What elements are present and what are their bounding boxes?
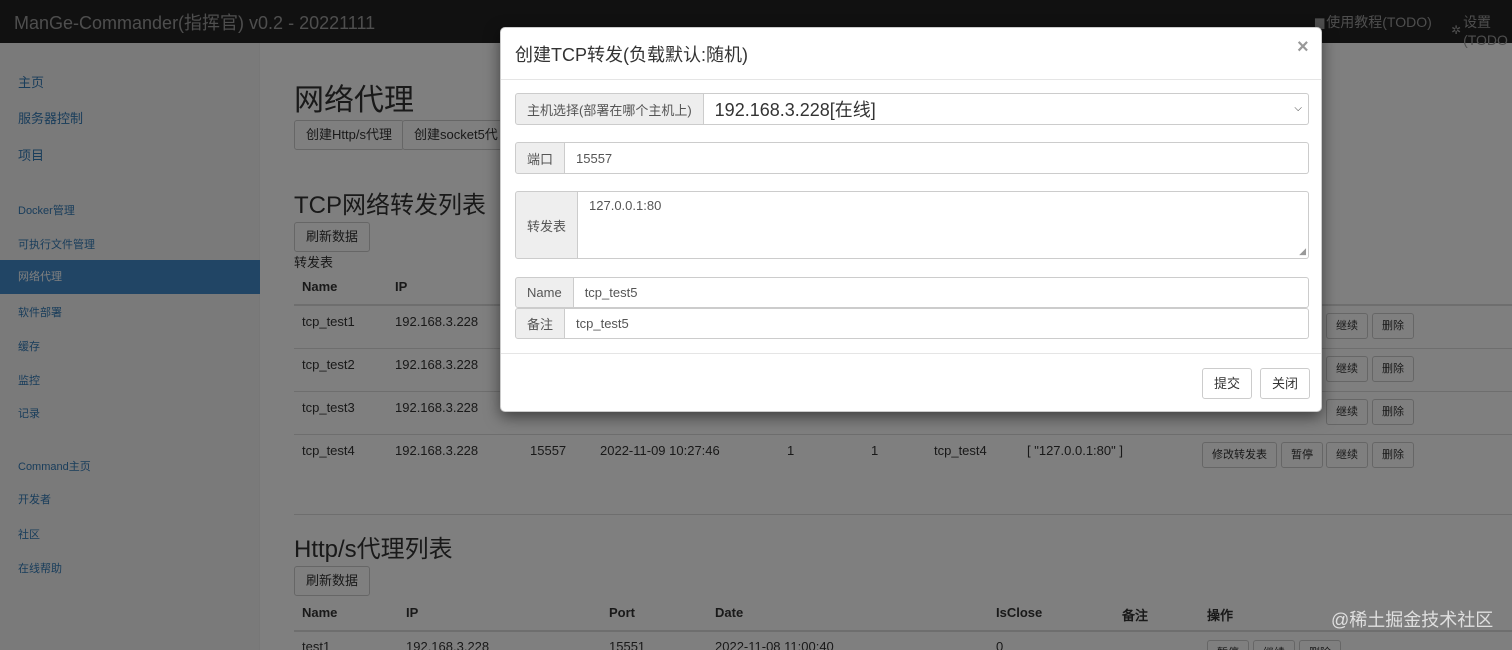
forward-table-textarea[interactable]: 127.0.0.1:80 ◢ xyxy=(578,191,1309,259)
dialog-title: 创建TCP转发(负载默认:随机) xyxy=(515,45,748,65)
resize-handle-icon[interactable]: ◢ xyxy=(1299,246,1306,257)
dialog-header-divider xyxy=(501,79,1321,80)
port-group: 端口 15557 xyxy=(515,142,1309,174)
chevron-down-icon: ⌵ xyxy=(1294,103,1302,114)
name-group: Name tcp_test5 xyxy=(515,277,1309,308)
remark-group: 备注 tcp_test5 xyxy=(515,308,1309,339)
host-select[interactable]: 192.168.3.228[在线] ⌵ xyxy=(703,93,1309,125)
remark-label: 备注 xyxy=(515,308,566,339)
port-input[interactable]: 15557 xyxy=(565,142,1309,174)
create-tcp-forward-dialog: 创建TCP转发(负载默认:随机) × 主机选择(部署在哪个主机上) 192.16… xyxy=(500,27,1322,412)
close-button[interactable]: 关闭 xyxy=(1260,368,1311,399)
host-select-value: 192.168.3.228[在线] xyxy=(714,100,876,120)
forward-table-label: 转发表 xyxy=(515,191,579,259)
port-label: 端口 xyxy=(515,142,566,174)
name-label: Name xyxy=(515,277,574,308)
remark-input[interactable]: tcp_test5 xyxy=(565,308,1309,339)
host-select-group: 主机选择(部署在哪个主机上) 192.168.3.228[在线] ⌵ xyxy=(515,93,1309,125)
forward-table-group: 转发表 127.0.0.1:80 ◢ xyxy=(515,191,1309,259)
host-select-label: 主机选择(部署在哪个主机上) xyxy=(515,93,704,125)
close-icon[interactable]: × xyxy=(1297,36,1309,59)
name-input[interactable]: tcp_test5 xyxy=(573,277,1309,308)
forward-table-value: 127.0.0.1:80 xyxy=(589,198,662,213)
dialog-footer-divider xyxy=(501,353,1321,354)
watermark: @稀土掘金技术社区 xyxy=(1331,610,1494,630)
submit-button[interactable]: 提交 xyxy=(1202,368,1253,399)
